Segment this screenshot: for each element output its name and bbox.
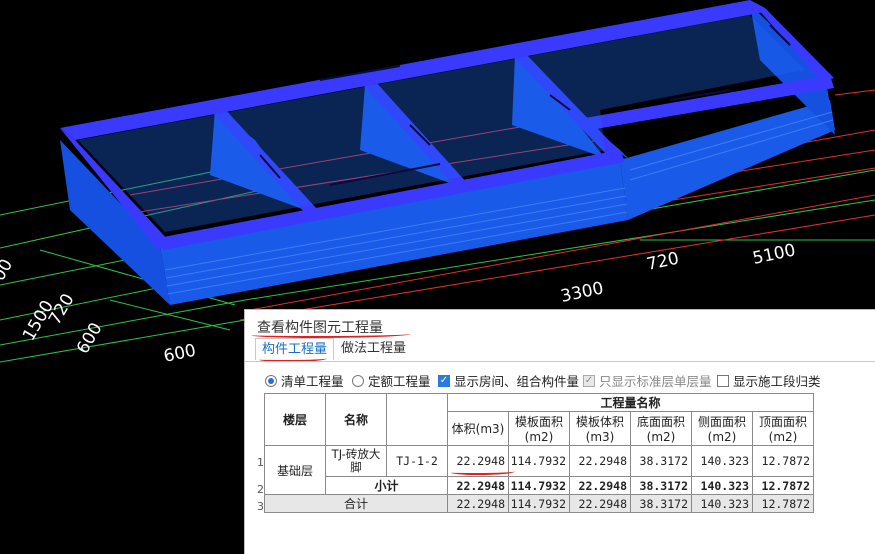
radio-quota-quantity[interactable]: 定额工程量 bbox=[352, 371, 431, 390]
cell-top-area: 12.7872 bbox=[752, 445, 814, 477]
table-row[interactable]: 基础层 TJ-砖放大脚 TJ-1-2 22.2948 114.7932 22.2… bbox=[264, 445, 814, 495]
quantity-dialog: 查看构件图元工程量 构件工程量 做法工程量 清单工程量 定额工程量 ✓ 显示房间… bbox=[244, 309, 875, 554]
header-quantity-group: 工程量名称 bbox=[447, 393, 814, 412]
checkbox-stage[interactable]: 显示施工段归类 bbox=[717, 371, 821, 390]
checkbox-unchecked-icon bbox=[717, 374, 729, 387]
cell-subtotal-side-area: 140.323 bbox=[691, 476, 753, 495]
cell-subtotal-top-area: 12.7872 bbox=[752, 476, 814, 495]
header-top-area: 顶面面积(m2) bbox=[752, 411, 814, 446]
radio-checked-icon bbox=[265, 374, 277, 387]
tab-bar: 构件工程量 做法工程量 bbox=[255, 338, 875, 360]
cell-total-formwork-volume: 22.2948 bbox=[569, 494, 631, 513]
row-number-2: 2 bbox=[257, 483, 264, 496]
cell-subtotal-label: 小计 bbox=[325, 476, 448, 495]
cell-total-label: 合计 bbox=[264, 494, 448, 513]
checkbox-stage-label: 显示施工段归类 bbox=[733, 374, 821, 389]
cell-total-volume: 22.2948 bbox=[447, 494, 509, 513]
cell-subtotal-volume: 22.2948 bbox=[447, 476, 509, 495]
checkbox-show-rooms-label: 显示房间、组合构件量 bbox=[454, 374, 580, 389]
row-number-1: 1 bbox=[257, 456, 264, 469]
header-blank bbox=[386, 393, 448, 446]
radio-quota-label: 定额工程量 bbox=[368, 374, 431, 389]
checkbox-std-floor-label: 只显示标准层单层量 bbox=[599, 374, 712, 389]
cell-total-bottom-area: 38.3172 bbox=[630, 494, 692, 513]
cell-bottom-area: 38.3172 bbox=[630, 445, 692, 477]
checkbox-checked-icon: ✓ bbox=[438, 374, 450, 387]
cell-subtotal-formwork-area: 114.7932 bbox=[508, 476, 570, 495]
cell-name: TJ-砖放大脚 bbox=[325, 445, 387, 477]
cell-formwork-volume: 22.2948 bbox=[569, 445, 631, 477]
cell-formwork-area: 114.7932 bbox=[508, 445, 570, 477]
cell-total-side-area: 140.323 bbox=[691, 494, 753, 513]
radio-unchecked-icon bbox=[352, 374, 364, 387]
title-annotation bbox=[251, 331, 411, 338]
radio-list-quantity[interactable]: 清单工程量 bbox=[265, 371, 344, 390]
cell-total-top-area: 12.7872 bbox=[752, 494, 814, 513]
checkbox-std-floor[interactable]: ✓ 只显示标准层单层量 bbox=[583, 371, 712, 390]
quantity-table: 楼层 名称 工程量名称 体积(m3) 模板面积(m2) 模板体积(m3) 底面面… bbox=[264, 393, 814, 513]
header-side-area: 侧面面积(m2) bbox=[691, 411, 753, 446]
header-name: 名称 bbox=[325, 393, 387, 446]
header-bottom-area: 底面面积(m2) bbox=[630, 411, 692, 446]
header-volume: 体积(m3) bbox=[447, 411, 509, 446]
cell-subtotal-formwork-volume: 22.2948 bbox=[569, 476, 631, 495]
cell-code: TJ-1-2 bbox=[386, 445, 448, 477]
radio-list-label: 清单工程量 bbox=[281, 374, 344, 389]
tab-method-quantity[interactable]: 做法工程量 bbox=[335, 338, 412, 359]
cell-subtotal-bottom-area: 38.3172 bbox=[630, 476, 692, 495]
tab-divider bbox=[245, 361, 875, 362]
cell-side-area: 140.323 bbox=[691, 445, 753, 477]
header-floor: 楼层 bbox=[264, 393, 326, 446]
table-row-total[interactable]: 合计 22.2948 114.7932 22.2948 38.3172 140.… bbox=[264, 494, 814, 513]
checkbox-show-rooms[interactable]: ✓ 显示房间、组合构件量 bbox=[438, 371, 579, 390]
header-formwork-area: 模板面积(m2) bbox=[508, 411, 570, 446]
row-number-3: 3 bbox=[257, 500, 264, 513]
cell-floor: 基础层 bbox=[264, 445, 326, 495]
table-row-subtotal[interactable]: 小计 22.2948 114.7932 22.2948 38.3172 140.… bbox=[265, 476, 814, 495]
cell-total-formwork-area: 114.7932 bbox=[508, 494, 570, 513]
header-formwork-volume: 模板体积(m3) bbox=[569, 411, 631, 446]
checkbox-disabled-icon: ✓ bbox=[583, 374, 595, 387]
